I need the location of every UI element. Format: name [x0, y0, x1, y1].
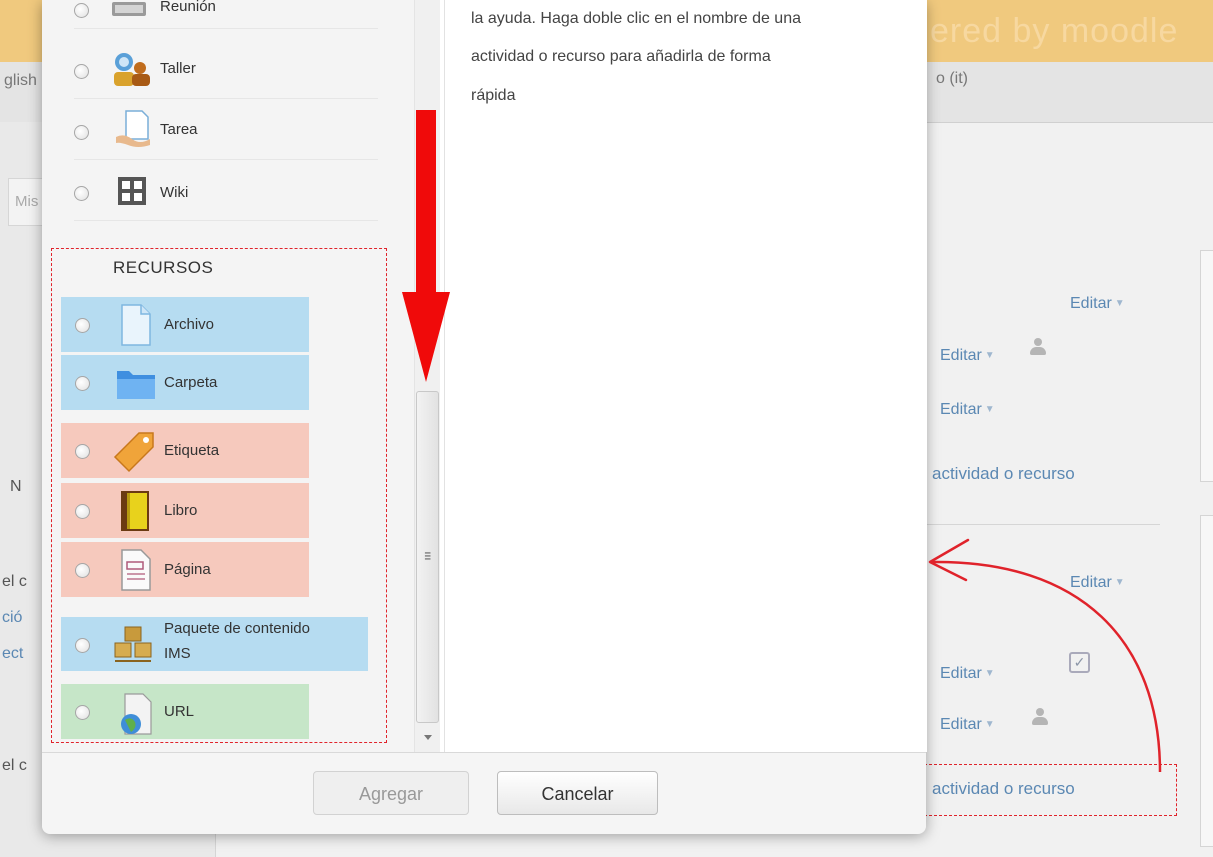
- option-row-tarea[interactable]: Tarea: [74, 99, 378, 160]
- add-button[interactable]: Agregar: [313, 771, 469, 815]
- dialog-footer: Agregar Cancelar: [42, 752, 926, 834]
- edit-menu-3[interactable]: Editar ▼: [940, 401, 995, 419]
- radio-tarea[interactable]: [74, 125, 89, 140]
- edit-menu-2[interactable]: Editar ▼: [940, 347, 995, 365]
- right-block-1: [1200, 250, 1213, 482]
- scroll-down-arrow-icon[interactable]: [424, 735, 432, 740]
- option-label: Wiki: [160, 184, 189, 201]
- resources-annotation-box: [51, 248, 387, 743]
- edit-menu-6[interactable]: Editar ▼: [940, 716, 995, 734]
- language-option-english[interactable]: glish: [4, 72, 37, 90]
- edit-menu-5[interactable]: Editar ▼: [940, 665, 995, 683]
- help-pane: la ayuda. Haga doble clic en el nombre d…: [444, 0, 927, 752]
- right-block-2: [1200, 515, 1213, 847]
- scrollbar-grip-icon: ━ ━ ━: [425, 548, 431, 564]
- assignment-icon: [116, 110, 150, 147]
- left-text-1: N: [10, 478, 22, 495]
- help-text-line-1: la ayuda. Haga doble clic en el nombre d…: [471, 10, 801, 27]
- banner-text: ered by moodle: [930, 12, 1179, 50]
- radio-reunion[interactable]: [74, 3, 89, 18]
- language-option-italian[interactable]: o (it): [936, 70, 968, 88]
- option-label: Tarea: [160, 121, 198, 138]
- divider: [920, 524, 1160, 525]
- option-label: Taller: [160, 60, 196, 77]
- scrollbar-thumb[interactable]: ━ ━ ━: [416, 391, 439, 723]
- add-activity-link-1[interactable]: actividad o recurso: [932, 464, 1075, 484]
- options-pane: Reunión Taller Tarea Wiki RECURSOS Archi…: [42, 0, 440, 752]
- search-placeholder: Mis: [15, 193, 39, 210]
- option-row-wiki[interactable]: Wiki: [74, 160, 378, 221]
- activity-chooser-dialog: Reunión Taller Tarea Wiki RECURSOS Archi…: [42, 0, 927, 834]
- option-label: Reunión: [160, 0, 216, 15]
- cancel-button[interactable]: Cancelar: [497, 771, 658, 815]
- edit-menu-1[interactable]: Editar ▼: [1070, 295, 1125, 313]
- radio-taller[interactable]: [74, 64, 89, 79]
- left-link-1[interactable]: ció: [2, 609, 22, 627]
- completion-check-icon[interactable]: ✓: [1069, 652, 1090, 673]
- help-text-line-2: actividad o recurso para añadirla de for…: [471, 48, 771, 65]
- edit-menu-4[interactable]: Editar ▼: [1070, 574, 1125, 592]
- user-icon: [1032, 708, 1048, 726]
- meeting-icon: [112, 2, 146, 16]
- option-row-reunion[interactable]: Reunión: [74, 0, 378, 29]
- annotation-highlight-box: [909, 764, 1177, 816]
- wiki-icon: [118, 177, 146, 205]
- left-text-3: el c: [2, 757, 27, 774]
- workshop-icon: [114, 53, 150, 86]
- left-link-2[interactable]: ect: [2, 645, 23, 663]
- radio-wiki[interactable]: [74, 186, 89, 201]
- help-text-line-3: rápida: [471, 87, 516, 104]
- left-text-2: el c: [2, 573, 27, 590]
- option-row-taller[interactable]: Taller: [74, 38, 378, 99]
- user-icon: [1030, 338, 1046, 356]
